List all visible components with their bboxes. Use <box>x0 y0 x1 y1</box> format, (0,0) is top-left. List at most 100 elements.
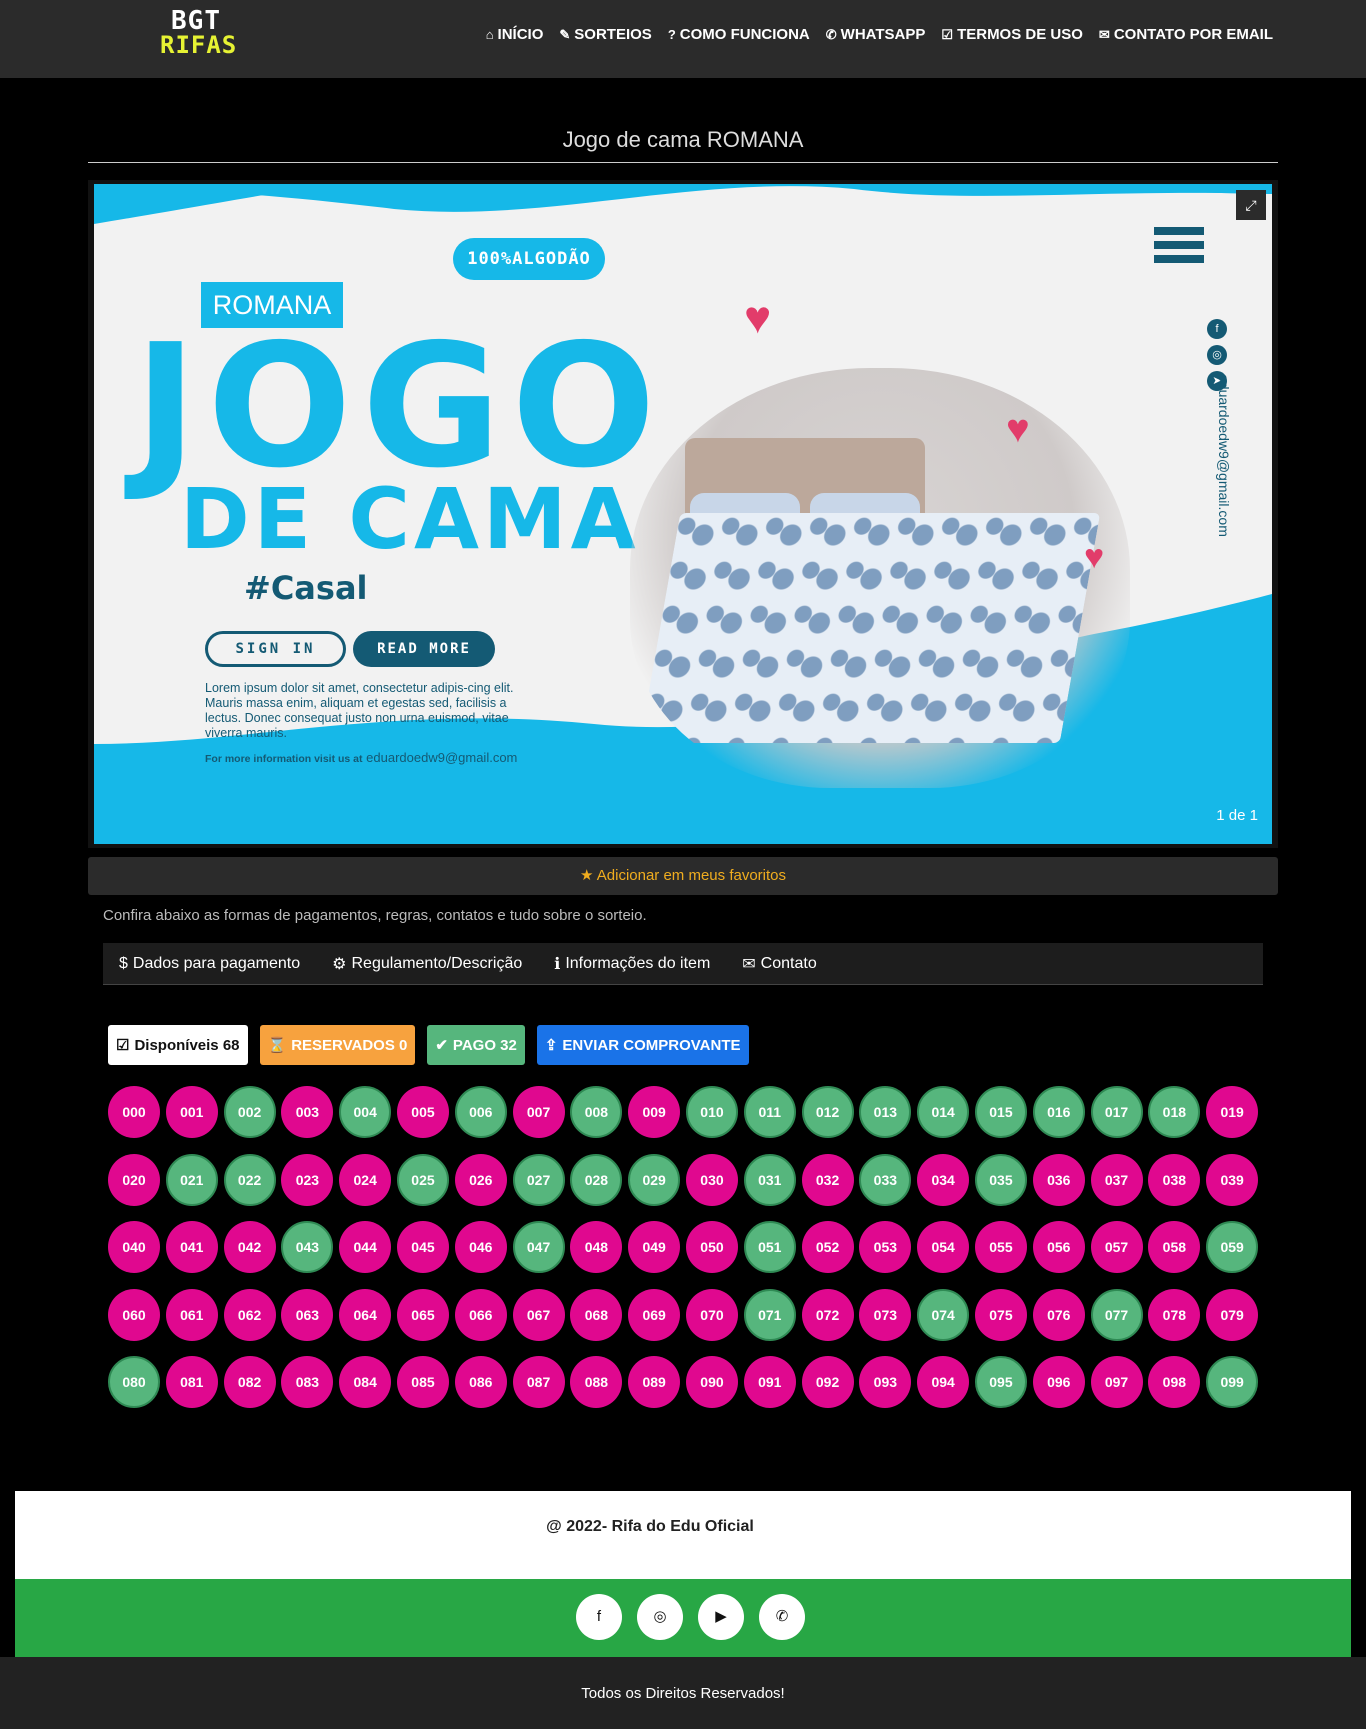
raffle-number[interactable]: 041 <box>165 1221 218 1274</box>
raffle-number[interactable]: 030 <box>685 1153 738 1206</box>
tab-pagamento[interactable]: $ Dados para pagamento <box>119 955 300 973</box>
raffle-number[interactable]: 042 <box>223 1221 276 1274</box>
tab-regulamento[interactable]: ⚙ Regulamento/Descrição <box>332 954 522 974</box>
nav-contato-email[interactable]: ✉ CONTATO POR EMAIL <box>1099 26 1273 43</box>
raffle-number[interactable]: 007 <box>512 1086 565 1138</box>
raffle-number[interactable]: 060 <box>108 1288 160 1341</box>
raffle-number[interactable]: 072 <box>801 1288 854 1341</box>
raffle-number[interactable]: 075 <box>974 1288 1027 1341</box>
raffle-number[interactable]: 063 <box>281 1288 334 1341</box>
raffle-number[interactable]: 046 <box>454 1221 507 1274</box>
raffle-number[interactable]: 077 <box>1090 1288 1143 1341</box>
raffle-number[interactable]: 004 <box>339 1086 392 1138</box>
raffle-number[interactable]: 061 <box>165 1288 218 1341</box>
raffle-number[interactable]: 023 <box>281 1153 334 1206</box>
raffle-number[interactable]: 027 <box>512 1153 565 1206</box>
raffle-number[interactable]: 055 <box>974 1221 1027 1274</box>
raffle-number[interactable]: 074 <box>917 1288 970 1341</box>
facebook-icon[interactable]: f <box>576 1594 622 1640</box>
raffle-number[interactable]: 079 <box>1206 1288 1259 1341</box>
raffle-number[interactable]: 047 <box>512 1221 565 1274</box>
raffle-number[interactable]: 097 <box>1090 1356 1143 1409</box>
raffle-number[interactable]: 037 <box>1090 1153 1143 1206</box>
raffle-number[interactable]: 054 <box>917 1221 970 1274</box>
raffle-number[interactable]: 032 <box>801 1153 854 1206</box>
nav-whatsapp[interactable]: ✆ WHATSAPP <box>826 26 926 43</box>
send-receipt-button[interactable]: ⇪ ENVIAR COMPROVANTE <box>536 1025 749 1065</box>
filter-disponiveis[interactable]: ☑ Disponíveis 68 <box>108 1025 248 1065</box>
raffle-number[interactable]: 078 <box>1148 1288 1201 1341</box>
raffle-number[interactable]: 034 <box>917 1153 970 1206</box>
nav-inicio[interactable]: ⌂ INÍCIO <box>486 26 544 43</box>
raffle-number[interactable]: 044 <box>339 1221 392 1274</box>
raffle-number[interactable]: 084 <box>339 1356 392 1409</box>
raffle-number[interactable]: 048 <box>570 1221 623 1274</box>
raffle-number[interactable]: 014 <box>917 1086 970 1138</box>
raffle-number[interactable]: 099 <box>1206 1356 1259 1409</box>
raffle-number[interactable]: 024 <box>339 1153 392 1206</box>
tab-informacoes[interactable]: ℹ Informações do item <box>554 954 710 974</box>
raffle-number[interactable]: 051 <box>743 1221 796 1274</box>
filter-pago[interactable]: ✔ PAGO 32 <box>427 1025 525 1065</box>
raffle-number[interactable]: 096 <box>1032 1356 1085 1409</box>
raffle-number[interactable]: 073 <box>859 1288 912 1341</box>
raffle-number[interactable]: 000 <box>108 1086 160 1138</box>
raffle-number[interactable]: 087 <box>512 1356 565 1409</box>
raffle-number[interactable]: 039 <box>1206 1153 1259 1206</box>
raffle-number[interactable]: 089 <box>628 1356 681 1409</box>
raffle-number[interactable]: 053 <box>859 1221 912 1274</box>
raffle-number[interactable]: 095 <box>974 1356 1027 1409</box>
raffle-number[interactable]: 022 <box>223 1153 276 1206</box>
youtube-icon[interactable]: ▶ <box>698 1594 744 1640</box>
site-logo[interactable]: BGT RIFAS <box>160 8 236 61</box>
raffle-number[interactable]: 040 <box>108 1221 160 1274</box>
raffle-number[interactable]: 016 <box>1032 1086 1085 1138</box>
raffle-number[interactable]: 082 <box>223 1356 276 1409</box>
raffle-number[interactable]: 036 <box>1032 1153 1085 1206</box>
raffle-number[interactable]: 017 <box>1090 1086 1143 1138</box>
raffle-number[interactable]: 011 <box>743 1086 796 1138</box>
raffle-number[interactable]: 049 <box>628 1221 681 1274</box>
raffle-number[interactable]: 045 <box>396 1221 449 1274</box>
raffle-number[interactable]: 093 <box>859 1356 912 1409</box>
raffle-number[interactable]: 080 <box>108 1356 160 1409</box>
whatsapp-icon[interactable]: ✆ <box>759 1594 805 1640</box>
raffle-number[interactable]: 094 <box>917 1356 970 1409</box>
raffle-number[interactable]: 070 <box>685 1288 738 1341</box>
raffle-number[interactable]: 038 <box>1148 1153 1201 1206</box>
raffle-number[interactable]: 083 <box>281 1356 334 1409</box>
raffle-number[interactable]: 012 <box>801 1086 854 1138</box>
raffle-number[interactable]: 086 <box>454 1356 507 1409</box>
expand-icon[interactable]: ⤢ <box>1236 190 1266 220</box>
nav-como-funciona[interactable]: ? COMO FUNCIONA <box>668 26 810 43</box>
raffle-number[interactable]: 026 <box>454 1153 507 1206</box>
raffle-number[interactable]: 066 <box>454 1288 507 1341</box>
raffle-number[interactable]: 013 <box>859 1086 912 1138</box>
raffle-number[interactable]: 005 <box>396 1086 449 1138</box>
raffle-number[interactable]: 031 <box>743 1153 796 1206</box>
raffle-number[interactable]: 002 <box>223 1086 276 1138</box>
raffle-number[interactable]: 003 <box>281 1086 334 1138</box>
raffle-number[interactable]: 059 <box>1206 1221 1259 1274</box>
tab-contato[interactable]: ✉ Contato <box>742 954 816 974</box>
add-favorite-button[interactable]: ★ Adicionar em meus favoritos <box>88 857 1278 895</box>
raffle-number[interactable]: 035 <box>974 1153 1027 1206</box>
raffle-number[interactable]: 025 <box>396 1153 449 1206</box>
raffle-number[interactable]: 006 <box>454 1086 507 1138</box>
raffle-number[interactable]: 064 <box>339 1288 392 1341</box>
raffle-number[interactable]: 043 <box>281 1221 334 1274</box>
raffle-number[interactable]: 056 <box>1032 1221 1085 1274</box>
raffle-number[interactable]: 085 <box>396 1356 449 1409</box>
filter-reservados[interactable]: ⌛ RESERVADOS 0 <box>259 1025 416 1065</box>
raffle-number[interactable]: 020 <box>108 1153 160 1206</box>
instagram-icon[interactable]: ◎ <box>637 1594 683 1640</box>
raffle-number[interactable]: 058 <box>1148 1221 1201 1274</box>
raffle-number[interactable]: 033 <box>859 1153 912 1206</box>
raffle-number[interactable]: 090 <box>685 1356 738 1409</box>
raffle-number[interactable]: 092 <box>801 1356 854 1409</box>
raffle-number[interactable]: 076 <box>1032 1288 1085 1341</box>
raffle-number[interactable]: 068 <box>570 1288 623 1341</box>
raffle-number[interactable]: 015 <box>974 1086 1027 1138</box>
nav-termos-de-uso[interactable]: ☑ TERMOS DE USO <box>941 26 1083 43</box>
raffle-number[interactable]: 057 <box>1090 1221 1143 1274</box>
